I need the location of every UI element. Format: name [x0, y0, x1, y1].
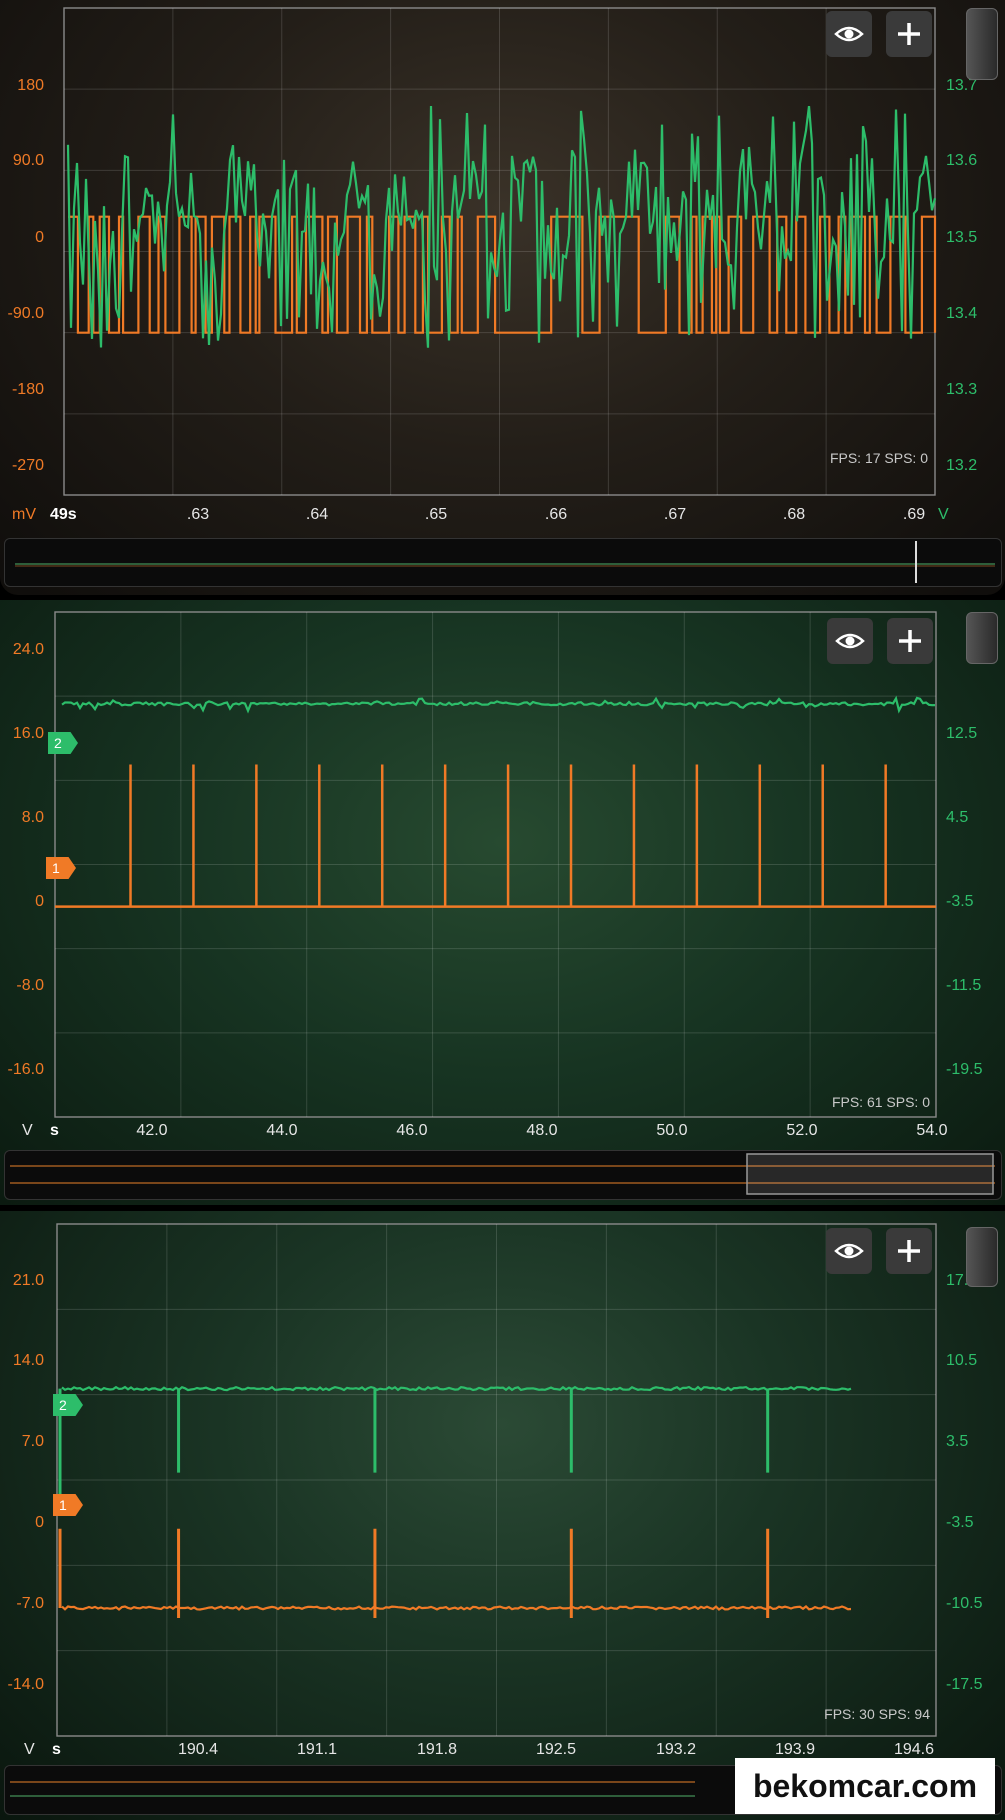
left-tick: -8.0 — [16, 977, 44, 994]
x-tick: 42.0 — [136, 1122, 168, 1139]
right-tick: -10.5 — [946, 1595, 983, 1612]
left-tick: -180 — [11, 381, 44, 398]
timeline-cursor[interactable] — [915, 541, 917, 583]
visibility-button[interactable] — [826, 1228, 872, 1274]
series-1-trace — [61, 1605, 852, 1611]
fps-readout: FPS: 61 SPS: 0 — [831, 1094, 930, 1110]
left-tick: -16.0 — [7, 1061, 44, 1078]
x-unit-label: 49s — [50, 506, 77, 523]
x-tick: .67 — [663, 506, 687, 523]
plot-area-2[interactable] — [0, 600, 1005, 1205]
left-tick: 14.0 — [12, 1352, 44, 1369]
x-tick: 191.8 — [416, 1741, 458, 1758]
x-tick: 52.0 — [786, 1122, 818, 1139]
x-tick: 190.4 — [177, 1741, 219, 1758]
x-tick: 46.0 — [396, 1122, 428, 1139]
fps-readout: FPS: 30 SPS: 94 — [824, 1706, 930, 1722]
plot-area-1[interactable] — [0, 0, 1005, 595]
eye-icon — [834, 26, 864, 42]
series-2-trace — [61, 695, 936, 714]
left-tick: -90.0 — [7, 305, 44, 322]
left-tick: 0 — [35, 1514, 44, 1531]
left-tick: -14.0 — [7, 1676, 44, 1693]
right-tick: -17.5 — [946, 1676, 983, 1693]
add-channel-button[interactable] — [887, 618, 933, 664]
visibility-button[interactable] — [826, 11, 872, 57]
right-tick: 4.5 — [946, 809, 969, 826]
plus-icon — [898, 23, 920, 45]
scope-panel-1: 180 90.0 0 -90.0 -180 -270 13.7 13.6 13.… — [0, 0, 1005, 595]
fps-readout: FPS: 17 SPS: 0 — [829, 450, 928, 466]
right-tick: -3.5 — [946, 1514, 974, 1531]
add-channel-button[interactable] — [886, 11, 932, 57]
x-tick: .63 — [186, 506, 210, 523]
x-unit-label: s — [52, 1741, 61, 1758]
left-tick: 16.0 — [12, 725, 44, 742]
eye-icon — [835, 633, 865, 649]
right-tick: -11.5 — [946, 977, 982, 994]
right-tick: 13.5 — [946, 229, 978, 246]
right-tick: 13.3 — [946, 381, 978, 398]
x-tick: 192.5 — [535, 1741, 577, 1758]
left-tick: 7.0 — [21, 1433, 44, 1450]
left-tick: 180 — [17, 77, 44, 94]
side-drawer-handle[interactable] — [966, 8, 998, 80]
right-tick: -3.5 — [946, 893, 974, 910]
right-tick: -19.5 — [946, 1061, 983, 1078]
right-tick: 13.4 — [946, 305, 978, 322]
right-tick: 12.5 — [946, 725, 978, 742]
side-drawer-handle[interactable] — [966, 1227, 998, 1287]
left-tick: -270 — [11, 457, 44, 474]
left-unit-label: V — [22, 1122, 33, 1139]
left-tick: 8.0 — [21, 809, 44, 826]
x-tick: 54.0 — [916, 1122, 948, 1139]
left-tick: 0 — [35, 893, 44, 910]
watermark-label: bekomcar.com — [735, 1758, 995, 1814]
left-tick: 90.0 — [12, 152, 44, 169]
timeline-window[interactable] — [746, 1153, 994, 1195]
left-tick: -7.0 — [16, 1595, 44, 1612]
timeline-overview — [15, 541, 995, 583]
timeline-overview — [10, 1153, 995, 1195]
eye-icon — [834, 1243, 864, 1259]
left-tick: 21.0 — [12, 1272, 44, 1289]
x-tick: .69 — [902, 506, 926, 523]
left-tick: 0 — [35, 229, 44, 246]
timeline-scrollbar[interactable] — [4, 1150, 1002, 1200]
right-tick: 13.2 — [946, 457, 978, 474]
left-tick: 24.0 — [12, 641, 44, 658]
x-tick: .68 — [782, 506, 806, 523]
right-unit-label: V — [938, 506, 949, 523]
x-tick: 50.0 — [656, 1122, 688, 1139]
side-drawer-handle[interactable] — [966, 612, 998, 664]
plus-icon — [899, 630, 921, 652]
left-unit-label: V — [24, 1741, 35, 1758]
right-tick: 10.5 — [946, 1352, 978, 1369]
add-channel-button[interactable] — [886, 1228, 932, 1274]
right-tick: 13.6 — [946, 152, 978, 169]
plot-area-3[interactable] — [0, 1211, 1005, 1820]
x-tick: 193.9 — [774, 1741, 816, 1758]
right-tick: 3.5 — [946, 1433, 969, 1450]
x-tick: .65 — [424, 506, 448, 523]
x-tick: 44.0 — [266, 1122, 298, 1139]
scope-panel-2: 24.0 16.0 8.0 0 -8.0 -16.0 12.5 4.5 -3.5… — [0, 600, 1005, 1205]
x-tick: .64 — [305, 506, 329, 523]
series-2-trace — [61, 1385, 852, 1392]
x-tick: .66 — [544, 506, 568, 523]
plus-icon — [898, 1240, 920, 1262]
timeline-scrollbar[interactable] — [4, 538, 1002, 587]
scope-panel-3: 21.0 14.0 7.0 0 -7.0 -14.0 17.5 10.5 3.5… — [0, 1211, 1005, 1820]
x-tick: 48.0 — [526, 1122, 558, 1139]
x-tick: 193.2 — [655, 1741, 697, 1758]
left-unit-label: mV — [12, 506, 36, 523]
visibility-button[interactable] — [827, 618, 873, 664]
x-tick: 194.6 — [893, 1741, 935, 1758]
x-unit-label: s — [50, 1122, 59, 1139]
x-tick: 191.1 — [296, 1741, 338, 1758]
